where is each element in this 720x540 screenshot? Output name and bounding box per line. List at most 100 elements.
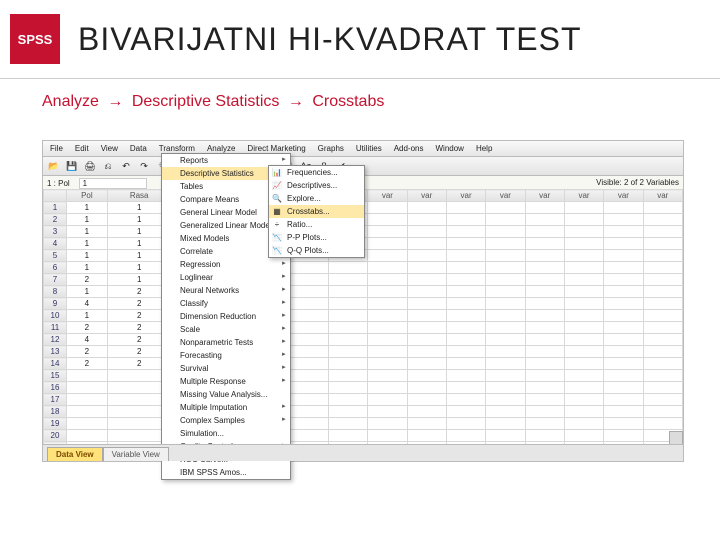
cell[interactable] [564, 262, 603, 274]
cell[interactable] [368, 394, 407, 406]
cell[interactable] [525, 394, 564, 406]
analyze-item-nonparametric-tests[interactable]: Nonparametric Tests [162, 336, 290, 349]
cell[interactable] [564, 406, 603, 418]
cell[interactable] [604, 262, 643, 274]
cell[interactable] [289, 298, 328, 310]
analyze-item-scale[interactable]: Scale [162, 323, 290, 336]
row-header[interactable]: 12 [44, 334, 67, 346]
descriptive-item-explore[interactable]: 🔍Explore... [269, 192, 364, 205]
cell[interactable] [446, 238, 485, 250]
cell[interactable] [564, 430, 603, 442]
cell[interactable] [604, 214, 643, 226]
menu-utilities[interactable]: Utilities [353, 143, 385, 154]
cell[interactable] [486, 238, 525, 250]
cell[interactable] [643, 226, 682, 238]
cell[interactable] [446, 382, 485, 394]
cell[interactable] [525, 310, 564, 322]
analyze-item-missing-value-analysis[interactable]: Missing Value Analysis... [162, 388, 290, 401]
cell[interactable] [446, 262, 485, 274]
cell[interactable] [407, 382, 446, 394]
cell[interactable] [67, 418, 108, 430]
analyze-item-multiple-imputation[interactable]: Multiple Imputation [162, 401, 290, 414]
cell[interactable] [368, 406, 407, 418]
cell[interactable] [486, 334, 525, 346]
cell[interactable] [67, 370, 108, 382]
cell[interactable] [604, 238, 643, 250]
open-icon[interactable]: 📂 [47, 159, 61, 173]
cell[interactable] [328, 358, 367, 370]
cell[interactable] [525, 370, 564, 382]
cell[interactable] [604, 322, 643, 334]
row-header[interactable]: 4 [44, 238, 67, 250]
cell[interactable] [328, 406, 367, 418]
recall-icon[interactable]: ⎌ [101, 159, 115, 173]
analyze-item-survival[interactable]: Survival [162, 362, 290, 375]
cell[interactable] [643, 418, 682, 430]
cell[interactable]: 1 [67, 238, 108, 250]
cell[interactable] [289, 394, 328, 406]
menu-help[interactable]: Help [473, 143, 495, 154]
descriptive-item-p-p-plots[interactable]: 📉P-P Plots... [269, 231, 364, 244]
menu-edit[interactable]: Edit [72, 143, 92, 154]
cell[interactable] [486, 418, 525, 430]
cell[interactable] [604, 202, 643, 214]
analyze-item-complex-samples[interactable]: Complex Samples [162, 414, 290, 427]
analyze-item-regression[interactable]: Regression [162, 258, 290, 271]
cell[interactable] [289, 334, 328, 346]
cell[interactable] [67, 430, 108, 442]
undo-icon[interactable]: ↶ [119, 159, 133, 173]
cell[interactable] [604, 310, 643, 322]
cell[interactable]: 1 [67, 202, 108, 214]
cell[interactable] [328, 298, 367, 310]
cell[interactable] [289, 346, 328, 358]
cell[interactable] [446, 274, 485, 286]
cell[interactable] [525, 430, 564, 442]
cell[interactable] [643, 406, 682, 418]
cell[interactable] [643, 334, 682, 346]
analyze-item-classify[interactable]: Classify [162, 297, 290, 310]
cell[interactable] [564, 286, 603, 298]
tab-data-view[interactable]: Data View [47, 447, 103, 461]
cell[interactable] [407, 310, 446, 322]
cell[interactable]: 1 [67, 226, 108, 238]
cell[interactable] [486, 298, 525, 310]
cell[interactable] [643, 298, 682, 310]
cell[interactable] [368, 310, 407, 322]
cell[interactable] [368, 322, 407, 334]
cell[interactable] [564, 226, 603, 238]
cell[interactable] [525, 358, 564, 370]
tab-variable-view[interactable]: Variable View [103, 447, 169, 461]
cell[interactable] [604, 334, 643, 346]
save-icon[interactable]: 💾 [65, 159, 79, 173]
cell[interactable]: 2 [67, 274, 108, 286]
cell[interactable] [368, 370, 407, 382]
cell[interactable] [525, 274, 564, 286]
redo-icon[interactable]: ↷ [137, 159, 151, 173]
cell[interactable] [486, 370, 525, 382]
cell[interactable] [407, 418, 446, 430]
cell[interactable] [564, 298, 603, 310]
cell[interactable] [407, 274, 446, 286]
column-header[interactable]: var [486, 190, 525, 202]
row-header[interactable]: 10 [44, 310, 67, 322]
cell[interactable] [525, 250, 564, 262]
cell[interactable] [604, 346, 643, 358]
row-header[interactable]: 15 [44, 370, 67, 382]
row-header[interactable]: 16 [44, 382, 67, 394]
cell[interactable] [525, 262, 564, 274]
cell[interactable] [604, 406, 643, 418]
cell[interactable] [407, 298, 446, 310]
cell[interactable] [368, 274, 407, 286]
analyze-item-multiple-response[interactable]: Multiple Response [162, 375, 290, 388]
cell[interactable] [407, 406, 446, 418]
cell[interactable] [328, 274, 367, 286]
cell[interactable] [564, 394, 603, 406]
cell-indicator-value[interactable]: 1 [79, 178, 147, 189]
menu-view[interactable]: View [98, 143, 121, 154]
cell[interactable] [564, 334, 603, 346]
analyze-item-forecasting[interactable]: Forecasting [162, 349, 290, 362]
cell[interactable] [643, 274, 682, 286]
row-header[interactable]: 2 [44, 214, 67, 226]
analyze-item-loglinear[interactable]: Loglinear [162, 271, 290, 284]
cell[interactable] [604, 286, 643, 298]
